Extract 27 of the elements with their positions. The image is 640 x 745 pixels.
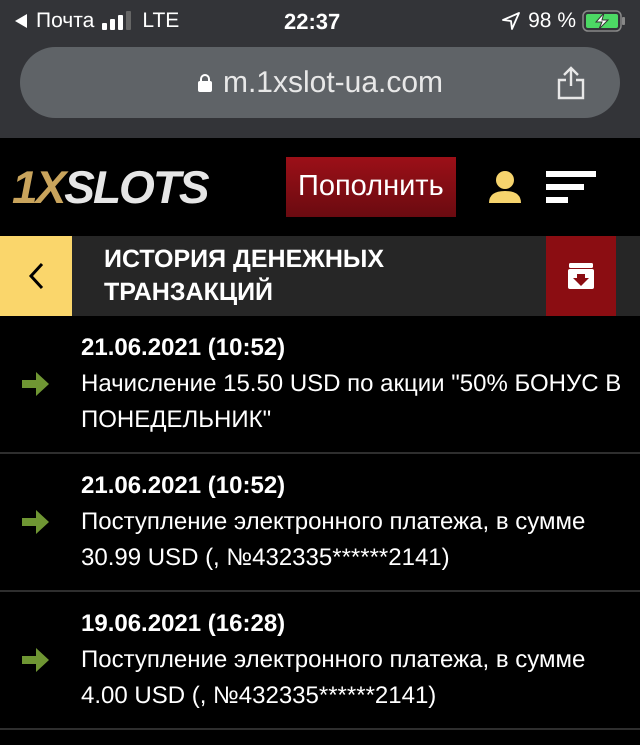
arrow-right-icon xyxy=(22,371,50,397)
transaction-date: 21.06.2021 (10:52) xyxy=(81,471,286,501)
back-icon[interactable] xyxy=(14,13,28,29)
back-app-label[interactable]: Почта xyxy=(36,5,94,37)
location-icon xyxy=(502,12,520,30)
page-title: ИСТОРИЯ ДЕНЕЖНЫХ ТРАНЗАКЦИЙ xyxy=(104,244,386,308)
lock-icon xyxy=(196,72,213,92)
arrow-right-icon xyxy=(22,647,50,673)
logo[interactable]: 1XSLOTS xyxy=(12,152,274,222)
transaction-description: Начисление 15.50 USD по акции "50% БОНУС В ПОНЕДЕЛЬНИК" xyxy=(81,369,622,435)
archive-icon xyxy=(567,262,595,290)
archive-button[interactable] xyxy=(546,236,616,316)
deposit-button[interactable]: Пополнить xyxy=(286,157,456,217)
share-icon[interactable] xyxy=(556,66,586,100)
transaction-description: Поступление электронного платежа, в сумме 4.00 USD (, №432335******2141) xyxy=(81,645,586,711)
battery-icon xyxy=(582,10,626,32)
arrow-right-icon xyxy=(22,509,50,535)
transaction-date: 21.06.2021 (10:52) xyxy=(81,333,286,363)
address-bar[interactable]: m.1xslot-ua.com xyxy=(20,47,620,118)
chevron-left-icon xyxy=(28,262,44,290)
clock: 22:37 xyxy=(284,8,340,36)
network-label: LTE xyxy=(142,8,180,34)
transaction-date: 19.06.2021 (16:28) xyxy=(81,609,286,639)
battery-percent: 98 % xyxy=(528,8,576,34)
user-icon[interactable] xyxy=(488,170,522,204)
transaction-description: Поступление электронного платежа, в сумме 30.99 USD (, №432335******2141) xyxy=(81,507,586,573)
menu-icon[interactable] xyxy=(546,171,596,203)
